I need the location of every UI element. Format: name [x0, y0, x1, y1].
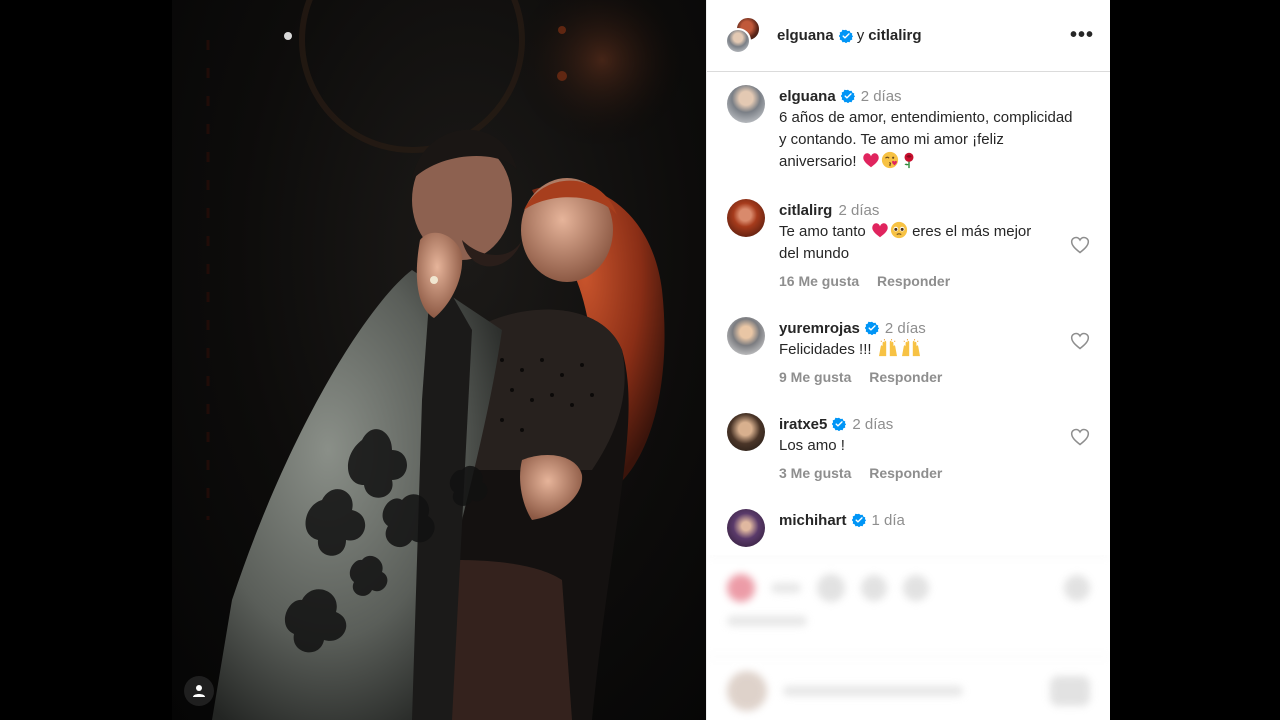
- user-tag-icon: [193, 685, 205, 697]
- pleading-face-icon: [890, 221, 907, 239]
- comment-item: iratxe5 2 días Los amo ! 3 Me gusta Respo…: [707, 413, 1110, 481]
- avatar: [725, 27, 751, 54]
- comment-item: yuremrojas 2 días Felicidades !!! 9 Me gu…: [707, 317, 1110, 385]
- avatar[interactable]: [727, 509, 765, 547]
- collab-avatars[interactable]: [725, 15, 761, 56]
- avatar[interactable]: [727, 85, 765, 123]
- comment-time: 2 días: [852, 416, 894, 433]
- like-icon[interactable]: [727, 574, 755, 602]
- comment-item: citlalirg 2 días Te amo tanto eres el má…: [707, 199, 1110, 289]
- collaborator-username[interactable]: citlalirg: [868, 27, 921, 44]
- raising-hands-icon: [878, 339, 897, 357]
- post-footer-blurred: [707, 555, 1110, 720]
- reply-button[interactable]: Responder: [869, 369, 942, 385]
- rose-icon: [904, 152, 914, 169]
- red-heart-icon: [872, 223, 888, 238]
- avatar[interactable]: [727, 413, 765, 451]
- add-comment-row: [707, 671, 1110, 711]
- post-header: elguana y citlalirg •••: [707, 0, 1110, 72]
- comment-username[interactable]: citlalirg: [779, 202, 832, 219]
- raising-hands-icon: [901, 339, 920, 357]
- verified-badge-icon: [851, 513, 866, 527]
- heart-outline-icon[interactable]: [1070, 235, 1090, 255]
- comment-text: Los amo !: [779, 437, 845, 454]
- add-comment-input[interactable]: [783, 686, 963, 696]
- like-count[interactable]: 9 Me gusta: [779, 369, 851, 385]
- comment-time: 2 días: [884, 320, 926, 337]
- verified-badge-icon: [832, 417, 847, 431]
- avatar[interactable]: [727, 199, 765, 237]
- like-count[interactable]: 16 Me gusta: [779, 273, 859, 289]
- send-icon[interactable]: [903, 575, 929, 601]
- avatar[interactable]: [727, 317, 765, 355]
- comment-username[interactable]: iratxe5: [779, 416, 827, 433]
- red-heart-icon: [862, 153, 879, 168]
- comments-list: elguana 2 días 6 años de amor, entendimie…: [707, 73, 1110, 555]
- caption-username[interactable]: elguana: [779, 88, 836, 105]
- like-count-blurred: [771, 583, 801, 593]
- comment-time: 2 días: [838, 202, 880, 219]
- action-bar: [707, 574, 1110, 602]
- comment-username[interactable]: michihart: [779, 512, 847, 529]
- comment-time: 1 día: [871, 512, 905, 529]
- heart-outline-icon[interactable]: [1070, 427, 1090, 447]
- collab-usernames: elguana y citlalirg: [777, 27, 922, 44]
- comment-username[interactable]: yuremrojas: [779, 320, 860, 337]
- comment-item: michihart 1 día: [707, 509, 1110, 547]
- user-tag-button[interactable]: [184, 676, 214, 706]
- comment-text: Te amo tanto: [779, 223, 866, 240]
- likes-summary-blurred: [707, 616, 1110, 626]
- like-count[interactable]: 3 Me gusta: [779, 465, 851, 481]
- post-comment-button[interactable]: [1050, 676, 1090, 706]
- verified-badge-icon: [864, 321, 879, 335]
- post-side-panel: elguana y citlalirg ••• elguana 2 días 6…: [706, 0, 1110, 720]
- kiss-face-icon: [881, 151, 898, 169]
- verified-badge-icon: [838, 29, 853, 43]
- author-username[interactable]: elguana: [777, 27, 834, 44]
- share-icon[interactable]: [861, 575, 887, 601]
- verified-badge-icon: [840, 89, 855, 103]
- reply-button[interactable]: Responder: [877, 273, 950, 289]
- post-caption: elguana 2 días 6 años de amor, entendimie…: [707, 85, 1110, 173]
- post-photo[interactable]: [172, 0, 706, 720]
- comment-text: Felicidades !!!: [779, 341, 872, 358]
- bookmark-icon[interactable]: [1064, 575, 1090, 601]
- caption-text: 6 años de amor, entendimiento, complicid…: [779, 109, 1073, 170]
- more-options-icon[interactable]: •••: [1070, 24, 1094, 48]
- heart-outline-icon[interactable]: [1070, 331, 1090, 351]
- comment-icon[interactable]: [817, 574, 845, 602]
- header-conjunction: y: [856, 27, 865, 44]
- instagram-post: elguana y citlalirg ••• elguana 2 días 6…: [172, 0, 1110, 720]
- couple-kissing-photo: [206, 0, 692, 720]
- reply-button[interactable]: Responder: [869, 465, 942, 481]
- avatar: [727, 671, 767, 711]
- caption-time: 2 días: [860, 88, 902, 105]
